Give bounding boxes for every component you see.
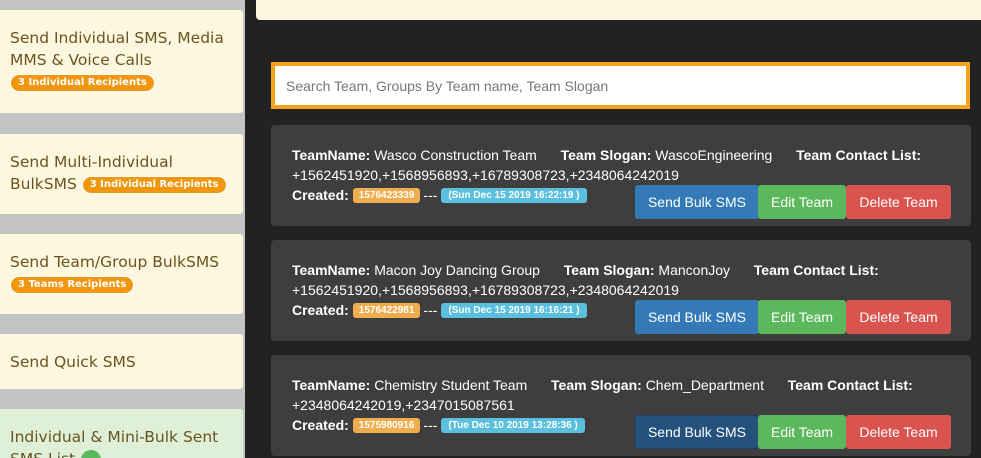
sidebar-item-label: Send Individual SMS, Media xyxy=(10,29,224,47)
team-card: TeamName: Chemistry Student Team Team Sl… xyxy=(271,355,971,456)
timestamp-badge: 1575980916 xyxy=(352,417,421,433)
top-panel xyxy=(256,0,981,20)
send-bulk-sms-button[interactable]: Send Bulk SMS xyxy=(635,300,759,334)
team-name-label: TeamName: xyxy=(292,377,371,393)
team-slogan: WascoEngineering xyxy=(655,147,773,163)
date-badge: (Sun Dec 15 2019 16:16:21 ) xyxy=(441,302,587,318)
team-contact-list: +2348064242019,+2347015087561 xyxy=(292,397,515,413)
send-bulk-sms-button[interactable]: Send Bulk SMS xyxy=(635,415,759,449)
sidebar-item-sent-sms-list[interactable]: Individual & Mini-Bulk Sent SMS List xyxy=(0,409,243,458)
created-label: Created: xyxy=(292,417,349,433)
team-name: Wasco Construction Team xyxy=(374,147,537,163)
sidebar-item-send-multi-individual-bulksms[interactable]: Send Multi-Individual BulkSMS 3 Individu… xyxy=(0,134,243,214)
team-slogan-label: Team Slogan: xyxy=(560,147,652,163)
team-slogan-label: Team Slogan: xyxy=(563,262,655,278)
date-badge: (Sun Dec 15 2019 16:22:19 ) xyxy=(441,187,587,203)
delete-team-button[interactable]: Delete Team xyxy=(846,415,951,449)
team-contact-list-label: Team Contact List: xyxy=(787,377,913,393)
sidebar-item-label: Individual & Mini-Bulk Sent xyxy=(10,428,219,446)
team-name-label: TeamName: xyxy=(292,262,371,278)
team-slogan-label: Team Slogan: xyxy=(551,377,642,393)
count-badge xyxy=(81,449,102,458)
timestamp-badge: 1576422981 xyxy=(352,302,421,318)
sidebar-item-send-team-bulksms[interactable]: Send Team/Group BulkSMS 3 Teams Recipien… xyxy=(0,234,243,314)
recipients-badge: 3 Individual Recipients xyxy=(10,73,155,92)
separator: --- xyxy=(423,417,438,433)
edit-team-button[interactable]: Edit Team xyxy=(758,415,846,449)
team-name-label: TeamName: xyxy=(292,147,371,163)
team-slogan: Chem_Department xyxy=(645,377,764,393)
sidebar-item-label-2: SMS List xyxy=(10,450,75,458)
sidebar-item-label-2: BulkSMS xyxy=(10,175,77,193)
sidebar-item-label: Send Multi-Individual xyxy=(10,153,173,171)
search-input[interactable] xyxy=(275,66,966,105)
team-slogan: ManconJoy xyxy=(658,262,731,278)
team-contact-list-label: Team Contact List: xyxy=(753,262,879,278)
sidebar: Send Individual SMS, Media MMS & Voice C… xyxy=(0,0,245,458)
team-card: TeamName: Wasco Construction Team Team S… xyxy=(271,125,971,226)
recipients-badge: 3 Individual Recipients xyxy=(81,175,227,194)
team-contact-list: +1562451920,+1568956893,+16789308723,+23… xyxy=(292,167,679,183)
delete-team-button[interactable]: Delete Team xyxy=(846,300,951,334)
sidebar-item-label: Send Team/Group BulkSMS xyxy=(10,253,220,271)
edit-team-button[interactable]: Edit Team xyxy=(758,300,846,334)
timestamp-badge: 1576423339 xyxy=(352,187,421,203)
team-name: Macon Joy Dancing Group xyxy=(374,262,540,278)
delete-team-button[interactable]: Delete Team xyxy=(846,185,951,219)
separator: --- xyxy=(423,187,438,203)
team-name: Chemistry Student Team xyxy=(374,377,528,393)
team-contact-list-label: Team Contact List: xyxy=(796,147,922,163)
edit-team-button[interactable]: Edit Team xyxy=(758,185,846,219)
created-label: Created: xyxy=(292,187,349,203)
team-contact-list: +1562451920,+1568956893,+16789308723,+23… xyxy=(292,282,679,298)
send-bulk-sms-button[interactable]: Send Bulk SMS xyxy=(635,185,759,219)
sidebar-item-send-quick-sms[interactable]: Send Quick SMS xyxy=(0,334,243,389)
sidebar-item-label-2: MMS & Voice Calls xyxy=(10,51,152,69)
search-box xyxy=(271,62,970,109)
date-badge: (Tue Dec 10 2019 13:28:36 ) xyxy=(441,417,585,433)
created-label: Created: xyxy=(292,302,349,318)
sidebar-item-label: Send Quick SMS xyxy=(10,353,136,371)
recipients-badge: 3 Teams Recipients xyxy=(10,275,135,294)
sidebar-item-send-individual-sms[interactable]: Send Individual SMS, Media MMS & Voice C… xyxy=(0,10,243,113)
team-card: TeamName: Macon Joy Dancing Group Team S… xyxy=(271,240,971,341)
separator: --- xyxy=(423,302,438,318)
